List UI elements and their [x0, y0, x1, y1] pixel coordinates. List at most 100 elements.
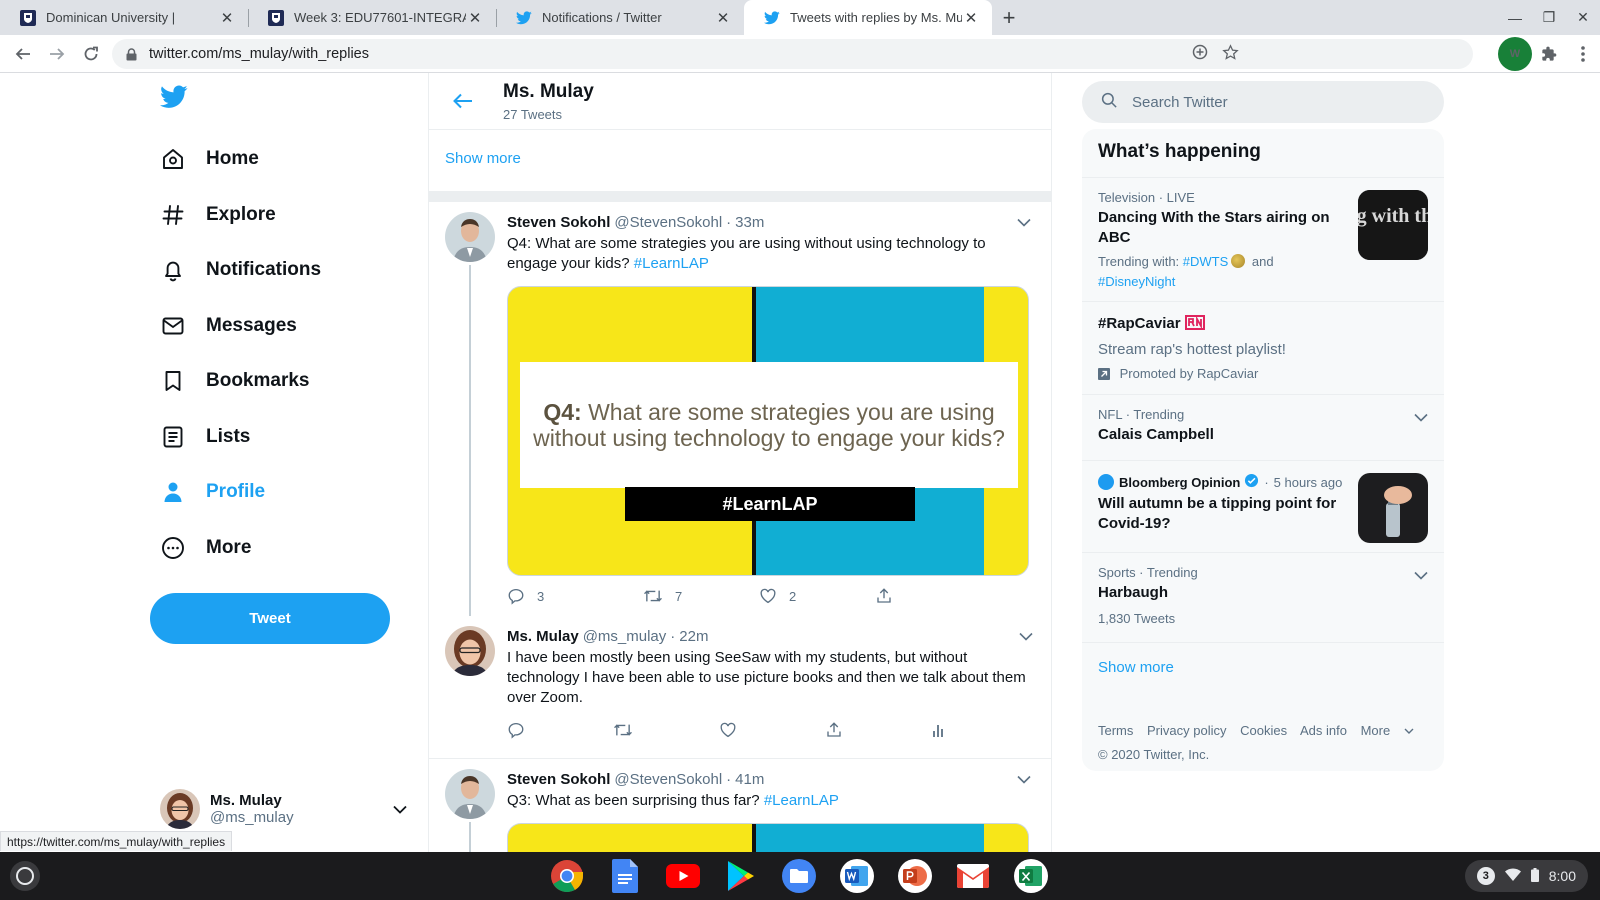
chevron-down-icon[interactable]: [1414, 409, 1428, 427]
tweet-media-image[interactable]: Q4: What are some strategies you are usi…: [507, 286, 1029, 576]
nav-item-messages[interactable]: Messages: [160, 306, 297, 346]
retweet-button[interactable]: 7: [643, 587, 749, 605]
tweet[interactable]: Steven Sokohl @StevenSokohl · 41m Q3: Wh…: [429, 759, 1051, 853]
kebab-menu-icon[interactable]: [1566, 37, 1600, 71]
star-icon[interactable]: [1222, 43, 1239, 65]
share-button[interactable]: [825, 721, 931, 739]
youtube-icon[interactable]: [666, 859, 700, 893]
person-icon: [160, 479, 186, 505]
twitter-logo-icon[interactable]: [160, 85, 188, 114]
footer-link-privacy[interactable]: Privacy policy: [1147, 723, 1226, 738]
nav-item-lists[interactable]: Lists: [160, 417, 250, 457]
excel-icon[interactable]: [1014, 859, 1048, 893]
browser-tab-tweets-replies[interactable]: Tweets with replies by Ms. Mulay ✕: [744, 0, 992, 35]
tweet-author-handle[interactable]: @StevenSokohl: [614, 214, 722, 231]
gmail-icon[interactable]: [956, 859, 990, 893]
tweet-time[interactable]: 22m: [679, 628, 708, 645]
analytics-button[interactable]: [931, 722, 1037, 738]
chevron-down-icon[interactable]: [1017, 214, 1031, 232]
google-docs-icon[interactable]: [608, 859, 642, 893]
w-extension-icon[interactable]: W: [1498, 37, 1532, 71]
word-icon[interactable]: [840, 859, 874, 893]
footer-link-terms[interactable]: Terms: [1098, 723, 1133, 738]
like-button[interactable]: 2: [759, 587, 865, 605]
chevron-down-icon[interactable]: [1414, 567, 1428, 585]
restore-icon[interactable]: ❐: [1532, 0, 1566, 35]
trend-title: Calais Campbell: [1098, 426, 1214, 443]
nav-item-notifications[interactable]: Notifications: [160, 250, 321, 290]
tweet-author-handle[interactable]: @ms_mulay: [583, 628, 667, 645]
nav-item-home[interactable]: Home: [160, 139, 259, 179]
launcher-icon[interactable]: [10, 861, 40, 891]
reply-button[interactable]: 3: [507, 587, 613, 605]
nav-item-profile[interactable]: Profile: [160, 472, 265, 512]
avatar[interactable]: [445, 769, 495, 824]
close-tab-icon[interactable]: ✕: [466, 9, 484, 27]
trend-item[interactable]: Sports · Trending Harbaugh 1,830 Tweets: [1082, 553, 1444, 643]
tweet-author-name[interactable]: Steven Sokohl: [507, 771, 610, 788]
tweet-button[interactable]: Tweet: [150, 593, 390, 644]
trend-item[interactable]: NFL · Trending Calais Campbell: [1082, 395, 1444, 461]
new-tab-button[interactable]: +: [992, 0, 1026, 35]
address-bar[interactable]: twitter.com/ms_mulay/with_replies: [112, 39, 1473, 69]
retweet-button[interactable]: [613, 721, 719, 739]
play-store-icon[interactable]: [724, 859, 758, 893]
close-window-icon[interactable]: ✕: [1566, 0, 1600, 35]
footer-link-more[interactable]: More: [1361, 723, 1414, 738]
reload-icon[interactable]: [74, 37, 108, 71]
hashtag-link[interactable]: #LearnLAP: [764, 792, 839, 809]
nav-item-more[interactable]: More: [160, 528, 251, 568]
tweet-time[interactable]: 33m: [735, 214, 764, 231]
tweet-author-handle[interactable]: @StevenSokohl: [614, 771, 722, 788]
like-button[interactable]: [719, 721, 825, 739]
tweet[interactable]: Ms. Mulay @ms_mulay · 22m I have been mo…: [429, 616, 1051, 750]
nav-label: Lists: [206, 426, 251, 447]
files-icon[interactable]: [782, 859, 816, 893]
thread-line: [469, 265, 471, 616]
hashtag-link[interactable]: #LearnLAP: [634, 255, 709, 272]
browser-tab-dominican[interactable]: Dominican University | ✕: [0, 0, 248, 35]
avatar[interactable]: [445, 212, 495, 267]
close-tab-icon[interactable]: ✕: [218, 9, 236, 27]
footer-link-cookies[interactable]: Cookies: [1240, 723, 1287, 738]
nav-item-explore[interactable]: Explore: [160, 195, 276, 235]
tweet-time[interactable]: 41m: [735, 771, 764, 788]
chevron-down-icon[interactable]: [1017, 771, 1031, 789]
close-tab-icon[interactable]: ✕: [962, 9, 980, 27]
trend-item[interactable]: #RapCaviar Stream rap's hottest playlist…: [1082, 302, 1444, 395]
tweet-author-name[interactable]: Ms. Mulay: [507, 628, 579, 645]
share-button[interactable]: [875, 587, 981, 605]
reply-button[interactable]: [507, 721, 613, 739]
trend-item[interactable]: Bloomberg Opinion · 5 hours ago Will aut…: [1082, 461, 1444, 553]
search-input[interactable]: [1132, 93, 1412, 111]
trend-item[interactable]: Television · LIVE Dancing With the Stars…: [1082, 178, 1444, 302]
back-arrow-icon[interactable]: [443, 81, 483, 121]
chrome-icon[interactable]: [550, 859, 584, 893]
footer-link-ads-info[interactable]: Ads info: [1300, 723, 1347, 738]
tweet[interactable]: Steven Sokohl @StevenSokohl · 33m Q4: Wh…: [429, 202, 1051, 616]
tweet-media-image[interactable]: [507, 823, 1029, 853]
chevron-down-icon[interactable]: [1019, 628, 1033, 646]
lock-icon[interactable]: [126, 47, 137, 61]
browser-tab-notifications[interactable]: Notifications / Twitter ✕: [496, 0, 744, 35]
close-tab-icon[interactable]: ✕: [714, 9, 732, 27]
show-more-trends-link[interactable]: Show more: [1082, 643, 1444, 692]
avatar[interactable]: [445, 626, 495, 681]
sidebar-footer: Terms Privacy policy Cookies Ads info Mo…: [1098, 719, 1438, 767]
heart-icon: [760, 588, 776, 604]
nav-item-bookmarks[interactable]: Bookmarks: [160, 361, 310, 401]
bloomberg-logo-icon: [1098, 474, 1114, 490]
status-tray[interactable]: 3 8:00: [1464, 860, 1588, 892]
puzzle-icon[interactable]: [1532, 37, 1566, 71]
search-box[interactable]: [1082, 81, 1444, 123]
forward-arrow-icon[interactable]: [40, 37, 74, 71]
show-more-link[interactable]: Show more: [429, 130, 1051, 192]
browser-tab-week3[interactable]: Week 3: EDU77601-INTEGRATING ✕: [248, 0, 496, 35]
back-arrow-icon[interactable]: [6, 37, 40, 71]
minimize-icon[interactable]: —: [1498, 0, 1532, 35]
tweet-author-name[interactable]: Steven Sokohl: [507, 214, 610, 231]
account-switcher[interactable]: Ms. Mulay @ms_mulay: [160, 786, 410, 832]
add-circle-icon[interactable]: [1192, 44, 1208, 64]
chevron-down-icon: [390, 805, 410, 814]
powerpoint-icon[interactable]: [898, 859, 932, 893]
